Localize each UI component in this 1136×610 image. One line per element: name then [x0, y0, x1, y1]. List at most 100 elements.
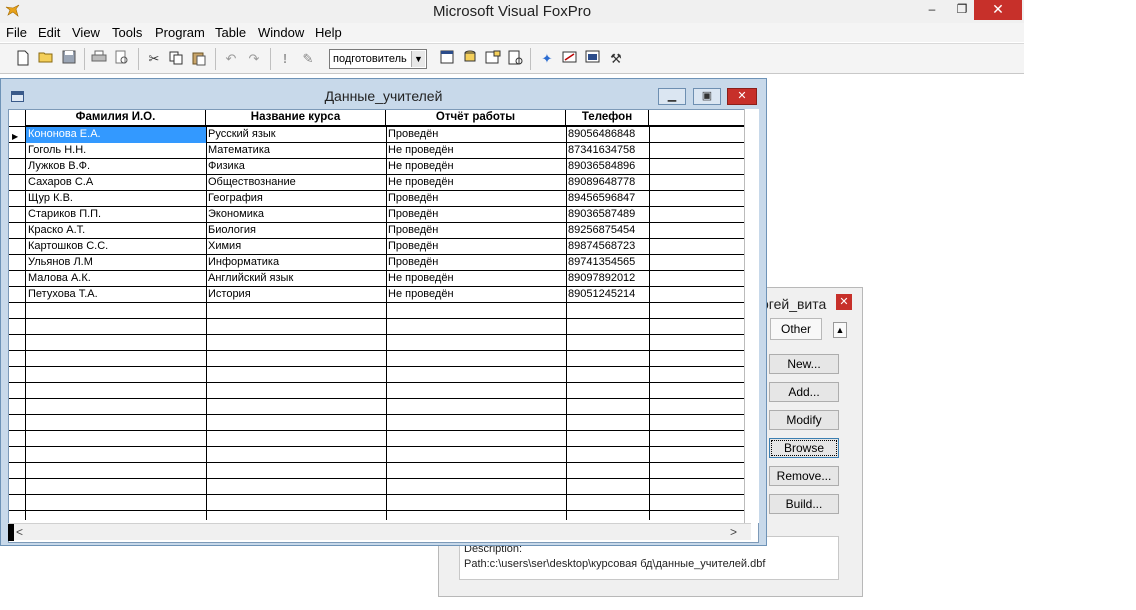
cell-report[interactable]: Проведён [386, 223, 566, 239]
cell-name[interactable]: Сахаров С.А [26, 175, 206, 191]
cell-name[interactable]: Кононова Е.А. [26, 127, 206, 143]
partition-bar[interactable] [8, 524, 14, 541]
menu-file[interactable]: File [6, 25, 27, 40]
cell-phone[interactable]: 89036584896 [566, 159, 649, 175]
new-button[interactable]: New... [769, 354, 839, 374]
column-header-phone[interactable]: Телефон [566, 110, 649, 126]
menu-edit[interactable]: Edit [38, 25, 60, 40]
browse-button[interactable]: Browse [769, 438, 839, 458]
column-header-report[interactable]: Отчёт работы [386, 110, 566, 126]
menu-window[interactable]: Window [258, 25, 304, 40]
menu-view[interactable]: View [72, 25, 100, 40]
paste-icon[interactable] [190, 50, 208, 68]
run-icon[interactable]: ! [276, 50, 294, 68]
cell-report[interactable]: Проведён [386, 239, 566, 255]
open-folder-icon[interactable] [37, 50, 55, 68]
menu-help[interactable]: Help [315, 25, 342, 40]
cell-course[interactable]: Экономика [206, 207, 386, 223]
cell-name[interactable]: Картошков С.С. [26, 239, 206, 255]
build-button[interactable]: Build... [769, 494, 839, 514]
cell-report[interactable]: Не проведён [386, 175, 566, 191]
redo-icon[interactable]: ↷ [245, 50, 263, 68]
cell-phone[interactable]: 89741354565 [566, 255, 649, 271]
tab-other[interactable]: Other [770, 318, 822, 340]
print-preview-icon[interactable] [113, 50, 131, 68]
wizard-icon[interactable]: ✦ [538, 50, 556, 68]
undo-icon[interactable]: ↶ [222, 50, 240, 68]
cell-name[interactable]: Щур К.В. [26, 191, 206, 207]
cell-phone[interactable]: 89036587489 [566, 207, 649, 223]
tools-options-icon[interactable]: ⚒ [607, 50, 625, 68]
cell-report[interactable]: Проведён [386, 207, 566, 223]
command-window-icon[interactable] [438, 50, 456, 68]
minimize-button[interactable]: – [919, 0, 945, 20]
cell-course[interactable]: География [206, 191, 386, 207]
cell-name[interactable]: Ульянов Л.М [26, 255, 206, 271]
cell-course[interactable]: Обществознание [206, 175, 386, 191]
cell-phone[interactable]: 89256875454 [566, 223, 649, 239]
cell-course[interactable]: Математика [206, 143, 386, 159]
cell-phone[interactable]: 89097892012 [566, 271, 649, 287]
cell-report[interactable]: Не проведён [386, 271, 566, 287]
new-file-icon[interactable] [14, 50, 32, 68]
data-session-combo[interactable]: подготовитель ▼ [329, 49, 427, 69]
print-icon[interactable] [90, 50, 108, 68]
cell-report[interactable]: Не проведён [386, 287, 566, 303]
class-browser-icon[interactable] [584, 50, 602, 68]
properties-icon[interactable] [484, 50, 502, 68]
menu-program[interactable]: Program [155, 25, 205, 40]
cell-phone[interactable]: 87341634758 [566, 143, 649, 159]
close-icon[interactable]: ✕ [727, 88, 757, 105]
cell-course[interactable]: Информатика [206, 255, 386, 271]
cell-phone[interactable]: 89056486848 [566, 127, 649, 143]
scroll-left-icon[interactable]: < [16, 525, 23, 539]
cell-name[interactable]: Малова А.К. [26, 271, 206, 287]
cell-course[interactable]: Биология [206, 223, 386, 239]
maximize-icon[interactable]: ▣ [693, 88, 721, 105]
copy-icon[interactable] [167, 50, 185, 68]
cell-report[interactable]: Не проведён [386, 143, 566, 159]
minimize-icon[interactable]: ▁ [658, 88, 686, 105]
restore-button[interactable]: ❐ [949, 0, 975, 20]
close-icon[interactable]: ✕ [836, 294, 852, 310]
expression-builder-icon[interactable] [561, 50, 579, 68]
modify-form-icon[interactable]: ✎ [299, 50, 317, 68]
combo-value: подготовитель [333, 53, 407, 65]
cell-report[interactable]: Проведён [386, 255, 566, 271]
vertical-scroll-area[interactable] [744, 109, 759, 523]
chevron-down-icon[interactable]: ▼ [411, 51, 425, 67]
cell-phone[interactable]: 89089648778 [566, 175, 649, 191]
close-button[interactable]: ✕ [974, 0, 1022, 20]
cell-report[interactable]: Проведён [386, 127, 566, 143]
cell-course[interactable]: Физика [206, 159, 386, 175]
cell-name[interactable]: Стариков П.П. [26, 207, 206, 223]
cell-name[interactable]: Лужков В.Ф. [26, 159, 206, 175]
database-designer-icon[interactable] [461, 50, 479, 68]
cell-report[interactable]: Проведён [386, 191, 566, 207]
cell-course[interactable]: Химия [206, 239, 386, 255]
collapse-arrow-icon[interactable]: ▲ [833, 322, 847, 338]
cell-course[interactable]: Русский язык [206, 127, 386, 143]
cell-name[interactable]: Краско А.Т. [26, 223, 206, 239]
cell-course[interactable]: История [206, 287, 386, 303]
cell-phone[interactable]: 89456596847 [566, 191, 649, 207]
save-icon[interactable] [60, 50, 78, 68]
cell-name[interactable]: Петухова Т.А. [26, 287, 206, 303]
cell-course[interactable]: Английский язык [206, 271, 386, 287]
cut-icon[interactable]: ✂ [145, 50, 163, 68]
menu-tools[interactable]: Tools [112, 25, 142, 40]
browse-grid[interactable]: Фамилия И.О. Название курса Отчёт работы… [8, 109, 759, 543]
horizontal-scrollbar[interactable]: < > [8, 523, 751, 541]
cell-name[interactable]: Гоголь Н.Н. [26, 143, 206, 159]
menu-table[interactable]: Table [215, 25, 246, 40]
scroll-right-icon[interactable]: > [730, 525, 737, 539]
remove-button[interactable]: Remove... [769, 466, 839, 486]
cell-report[interactable]: Не проведён [386, 159, 566, 175]
cell-phone[interactable]: 89051245214 [566, 287, 649, 303]
modify-button[interactable]: Modify [769, 410, 839, 430]
report-icon[interactable] [507, 50, 525, 68]
cell-phone[interactable]: 89874568723 [566, 239, 649, 255]
column-header-name[interactable]: Фамилия И.О. [26, 110, 206, 126]
column-header-course[interactable]: Название курса [206, 110, 386, 126]
add-button[interactable]: Add... [769, 382, 839, 402]
